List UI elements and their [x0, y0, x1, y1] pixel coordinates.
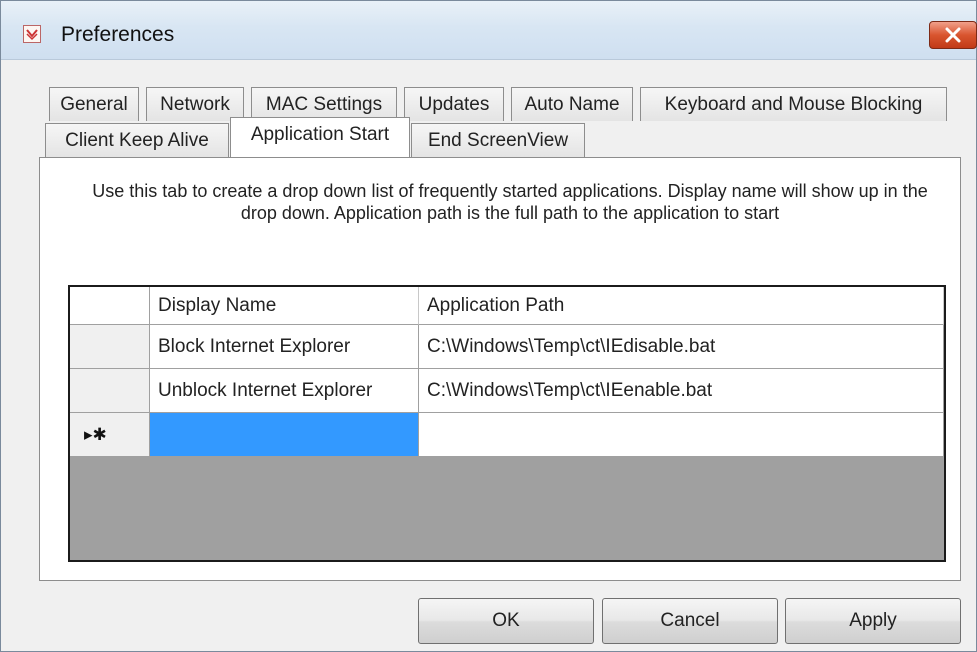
column-header-application-path[interactable]: Application Path — [419, 287, 944, 325]
tab-client-keep-alive[interactable]: Client Keep Alive — [45, 123, 229, 157]
new-display-name-cell[interactable] — [150, 413, 419, 457]
row-header[interactable] — [70, 369, 150, 413]
window-title: Preferences — [61, 23, 175, 46]
tab-general[interactable]: General — [49, 87, 139, 121]
close-button[interactable] — [929, 21, 977, 49]
tab-mac-settings[interactable]: MAC Settings — [251, 87, 397, 121]
application-path-cell[interactable]: C:\Windows\Temp\ct\IEdisable.bat — [419, 325, 944, 369]
preferences-dialog: Preferences General Network MAC Settings… — [0, 0, 977, 652]
applications-grid[interactable]: Display Name Application Path Block Inte… — [68, 285, 946, 562]
tab-end-screenview[interactable]: End ScreenView — [411, 123, 585, 157]
table-row[interactable]: Unblock Internet Explorer C:\Windows\Tem… — [70, 369, 944, 413]
grid-corner-header — [70, 287, 150, 325]
application-path-cell[interactable]: C:\Windows\Temp\ct\IEenable.bat — [419, 369, 944, 413]
close-icon — [945, 27, 961, 43]
panel-description: Use this tab to create a drop down list … — [92, 181, 928, 223]
tab-network[interactable]: Network — [146, 87, 244, 121]
row-header[interactable] — [70, 325, 150, 369]
new-row-marker-icon: ▸✱ — [84, 425, 107, 444]
column-header-display-name[interactable]: Display Name — [150, 287, 419, 325]
new-row[interactable]: ▸✱ — [70, 413, 944, 457]
new-row-header[interactable]: ▸✱ — [70, 413, 150, 457]
grid-header-row: Display Name Application Path — [70, 287, 944, 325]
cancel-button[interactable]: Cancel — [602, 598, 778, 644]
display-name-cell[interactable]: Unblock Internet Explorer — [150, 369, 419, 413]
tab-updates[interactable]: Updates — [404, 87, 504, 121]
ok-button[interactable]: OK — [418, 598, 594, 644]
application-start-panel: Use this tab to create a drop down list … — [39, 157, 961, 581]
display-name-cell[interactable]: Block Internet Explorer — [150, 325, 419, 369]
app-icon — [23, 25, 41, 43]
table-row[interactable]: Block Internet Explorer C:\Windows\Temp\… — [70, 325, 944, 369]
tab-auto-name[interactable]: Auto Name — [511, 87, 633, 121]
tab-application-start[interactable]: Application Start — [230, 117, 410, 157]
tab-keyboard-mouse-blocking[interactable]: Keyboard and Mouse Blocking — [640, 87, 947, 121]
title-bar[interactable]: Preferences — [1, 1, 977, 60]
apply-button[interactable]: Apply — [785, 598, 961, 644]
new-application-path-cell[interactable] — [419, 413, 944, 457]
